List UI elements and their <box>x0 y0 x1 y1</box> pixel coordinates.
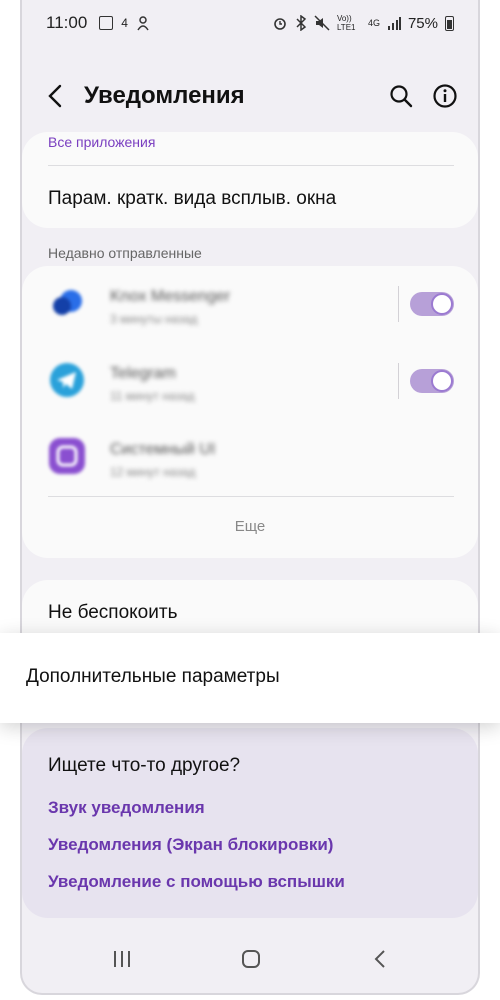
bluetooth-icon <box>296 15 307 31</box>
notification-sound-link[interactable]: Звук уведомления <box>48 798 205 818</box>
page-title: Уведомления <box>84 82 245 109</box>
all-apps-link[interactable]: Все приложения <box>48 134 155 150</box>
status-bar: 11:00 4 Vo)) LTE1 4G 75% <box>22 0 478 46</box>
app-row-telegram[interactable]: Telegram 11 минут назад <box>22 343 478 419</box>
more-button[interactable]: Еще <box>22 518 478 535</box>
recent-section-label: Недавно отправленные <box>48 245 202 261</box>
recents-icon[interactable] <box>112 949 132 969</box>
apps-card: Все приложения Парам. кратк. вида всплыв… <box>22 132 478 228</box>
app-time: 12 минут назад <box>110 465 196 479</box>
separator <box>398 363 399 399</box>
flash-notification-link[interactable]: Уведомление с помощью вспышки <box>48 872 345 892</box>
dnd-card: Не беспокоить <box>22 580 478 640</box>
battery-icon <box>445 15 454 31</box>
lockscreen-notifications-link[interactable]: Уведомления (Экран блокировки) <box>48 835 333 855</box>
info-icon[interactable] <box>432 83 458 109</box>
separator <box>398 286 399 322</box>
gallery-icon <box>99 16 114 30</box>
app-name: Системный UI <box>110 441 216 458</box>
back-nav-icon[interactable] <box>372 949 388 969</box>
app-time: 11 минут назад <box>110 389 195 403</box>
search-icon[interactable] <box>388 83 414 109</box>
divider <box>48 496 454 497</box>
network-4-indicator: 4 <box>121 16 128 30</box>
volte-indicator: Vo)) LTE1 <box>336 14 356 32</box>
telegram-icon <box>50 363 84 397</box>
mute-icon <box>314 15 330 31</box>
knox-messenger-icon <box>53 290 82 315</box>
app-time: 3 минуты назад <box>110 312 198 326</box>
signal-icon <box>387 17 401 30</box>
home-icon[interactable] <box>240 949 262 969</box>
mascot-icon <box>137 16 149 31</box>
phone-screen: 11:00 4 Vo)) LTE1 4G 75% Уведомления Все… <box>20 0 480 995</box>
looking-for-title: Ищете что-то другое? <box>48 755 241 776</box>
telegram-toggle[interactable] <box>410 369 454 393</box>
additional-settings-popup[interactable]: Дополнительные параметры <box>0 633 500 723</box>
looking-for-card: Ищете что-то другое? Звук уведомления Ув… <box>22 728 478 918</box>
popup-style-setting[interactable]: Парам. кратк. вида всплыв. окна <box>48 188 336 210</box>
status-time: 11:00 <box>46 13 88 32</box>
chevron-left-icon[interactable] <box>46 84 64 108</box>
app-row-knox[interactable]: Knox Messenger 3 минуты назад <box>22 266 478 342</box>
additional-settings-label: Дополнительные параметры <box>26 666 280 687</box>
network-4g-indicator: 4G <box>367 18 380 28</box>
do-not-disturb-item[interactable]: Не беспокоить <box>48 602 177 624</box>
system-ui-icon <box>49 438 85 474</box>
app-row-system-ui[interactable]: Системный UI 12 минут назад <box>22 419 478 495</box>
navigation-bar <box>22 941 478 981</box>
divider <box>48 165 454 166</box>
knox-toggle[interactable] <box>410 292 454 316</box>
recent-apps-card: Knox Messenger 3 минуты назад Telegram 1… <box>22 266 478 558</box>
app-name: Knox Messenger <box>110 288 231 305</box>
app-name: Telegram <box>110 365 176 382</box>
app-bar: Уведомления <box>22 70 478 122</box>
battery-percent: 75% <box>407 14 438 32</box>
alarm-icon <box>274 18 286 30</box>
